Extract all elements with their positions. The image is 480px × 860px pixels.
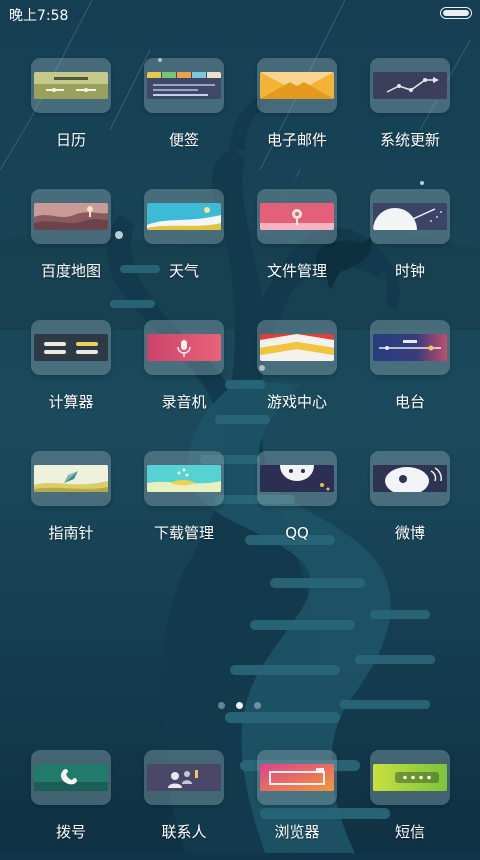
app-label: 时钟 [394, 262, 425, 280]
app-label: 百度地图 [40, 262, 101, 280]
page-indicator [0, 702, 480, 712]
page-dot-active[interactable] [236, 702, 243, 709]
app-qq[interactable]: QQ [242, 451, 352, 561]
calendar-icon [34, 72, 108, 99]
app-label: 下载管理 [153, 524, 214, 542]
page-dot[interactable] [254, 702, 261, 709]
app-calendar[interactable]: 日历 [16, 58, 126, 168]
system-update-icon [373, 72, 447, 99]
app-label: 录音机 [161, 393, 207, 411]
weather-icon [147, 203, 221, 230]
recorder-icon [147, 334, 221, 361]
app-label: 系统更新 [379, 131, 440, 149]
dock-contacts[interactable]: 联系人 [129, 750, 239, 860]
app-label: 电台 [394, 393, 425, 411]
status-time: 晚上7:58 [9, 8, 69, 24]
app-email[interactable]: 电子邮件 [242, 58, 352, 168]
app-recorder[interactable]: 录音机 [129, 320, 239, 430]
dock-sms[interactable]: 短信 [355, 750, 465, 860]
app-label: 微博 [394, 524, 425, 542]
download-manager-icon [147, 465, 221, 492]
phone-icon [34, 764, 108, 791]
sms-icon [373, 764, 447, 791]
app-label: 联系人 [161, 823, 207, 841]
app-weibo[interactable]: 微博 [355, 451, 465, 561]
dock-browser[interactable]: 浏览器 [242, 750, 352, 860]
app-radio[interactable]: 电台 [355, 320, 465, 430]
app-game-center[interactable]: 游戏中心 [242, 320, 352, 430]
app-download-manager[interactable]: 下载管理 [129, 451, 239, 561]
app-label: 指南针 [48, 524, 94, 542]
dock-phone[interactable]: 拨号 [16, 750, 126, 860]
app-label: QQ [285, 524, 309, 542]
status-bar: 晚上7:58 [0, 0, 480, 28]
game-center-icon [260, 334, 334, 361]
app-label: 浏览器 [274, 823, 320, 841]
app-file-manager[interactable]: 文件管理 [242, 189, 352, 299]
app-system-update[interactable]: 系统更新 [355, 58, 465, 168]
app-label: 日历 [55, 131, 86, 149]
file-manager-icon [260, 203, 334, 230]
app-label: 天气 [168, 262, 199, 280]
app-label: 游戏中心 [266, 393, 327, 411]
baidu-map-icon [34, 203, 108, 230]
app-label: 拨号 [55, 823, 86, 841]
app-label: 文件管理 [266, 262, 327, 280]
battery-icon [440, 7, 472, 19]
app-label: 便签 [168, 131, 199, 149]
app-label: 短信 [394, 823, 425, 841]
compass-icon [34, 465, 108, 492]
app-baidu-map[interactable]: 百度地图 [16, 189, 126, 299]
notes-icon [147, 72, 221, 99]
browser-icon [260, 764, 334, 791]
radio-icon [373, 334, 447, 361]
app-label: 计算器 [48, 393, 94, 411]
weibo-icon [373, 465, 447, 492]
app-calculator[interactable]: 计算器 [16, 320, 126, 430]
page-dot[interactable] [218, 702, 225, 709]
app-label: 电子邮件 [266, 131, 327, 149]
app-weather[interactable]: 天气 [129, 189, 239, 299]
contacts-icon [147, 764, 221, 791]
app-compass[interactable]: 指南针 [16, 451, 126, 561]
clock-icon [373, 203, 447, 230]
app-clock[interactable]: 时钟 [355, 189, 465, 299]
calculator-icon [34, 334, 108, 361]
qq-icon [260, 465, 334, 492]
email-icon [260, 72, 334, 99]
app-notes[interactable]: 便签 [129, 58, 239, 168]
